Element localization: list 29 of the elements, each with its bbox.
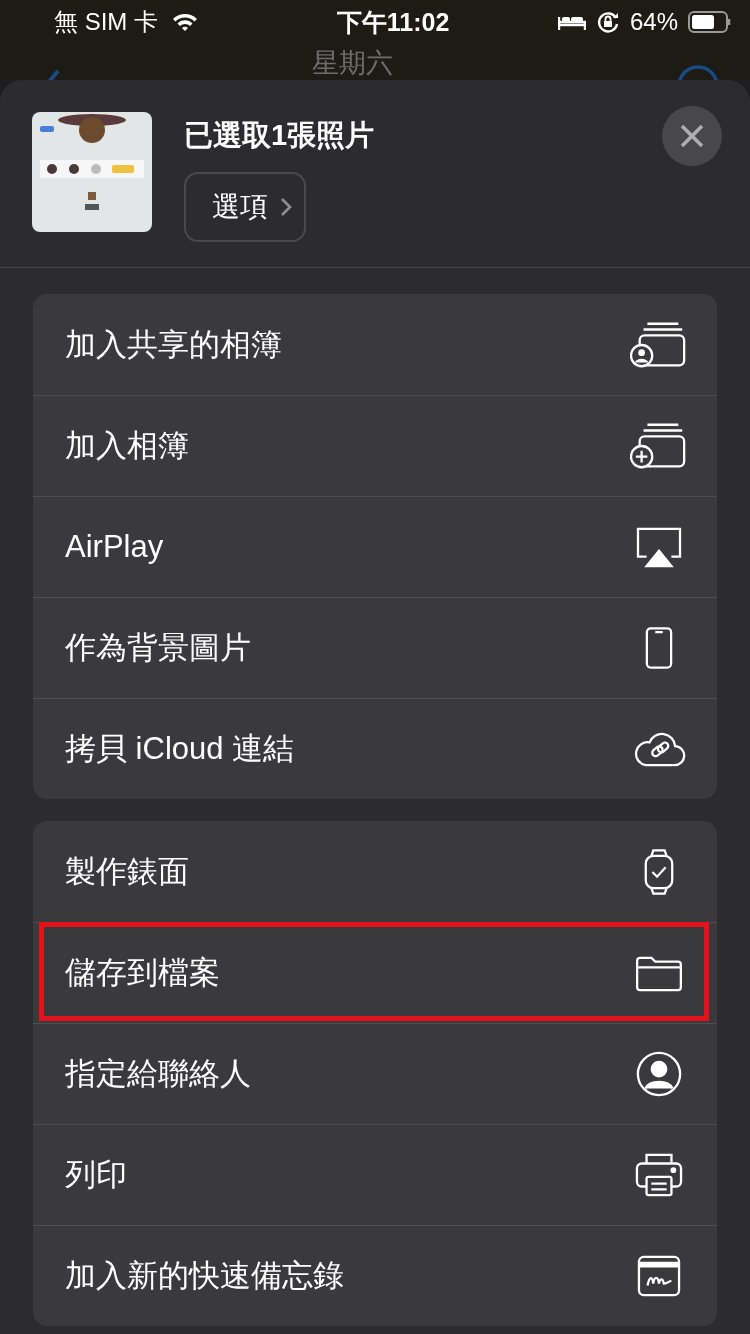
action-row[interactable]: 作為背景圖片 (33, 597, 717, 698)
carrier-text: 無 SIM 卡 (54, 7, 158, 37)
battery-icon (688, 11, 732, 33)
action-row[interactable]: 儲存到檔案 (33, 922, 717, 1023)
action-row[interactable]: 製作錶面 (33, 821, 717, 922)
action-row[interactable]: 加入共享的相簿 (33, 294, 717, 395)
rotation-lock-icon (595, 10, 620, 34)
stack-with-plus-icon (630, 421, 688, 471)
watch-icon (642, 847, 676, 896)
action-row[interactable]: 加入新的快速備忘錄 (33, 1225, 717, 1326)
sheet-title: 已選取1張照片 (184, 118, 376, 153)
clock-text: 下午11:02 (336, 6, 450, 38)
action-row[interactable]: 拷貝 iCloud 連結 (33, 698, 717, 799)
cloud-with-link-icon (632, 730, 686, 768)
printer-icon (634, 1152, 684, 1198)
action-row[interactable]: 加入相簿 (33, 395, 717, 496)
note-with-scribble-icon (637, 1255, 681, 1297)
battery-percent: 64% (629, 8, 678, 36)
wifi-icon (172, 12, 198, 32)
options-button[interactable]: 選項 (184, 172, 306, 242)
action-row[interactable]: AirPlay (33, 496, 717, 597)
chevron-right-icon (280, 197, 292, 217)
folder-icon (634, 954, 684, 992)
close-icon (680, 124, 704, 148)
person-circle-icon (635, 1050, 683, 1098)
phone-icon (645, 625, 673, 671)
action-row[interactable]: 列印 (33, 1124, 717, 1225)
nav-title: 星期六 (312, 50, 393, 77)
action-row[interactable]: 指定給聯絡人 (33, 1023, 717, 1124)
